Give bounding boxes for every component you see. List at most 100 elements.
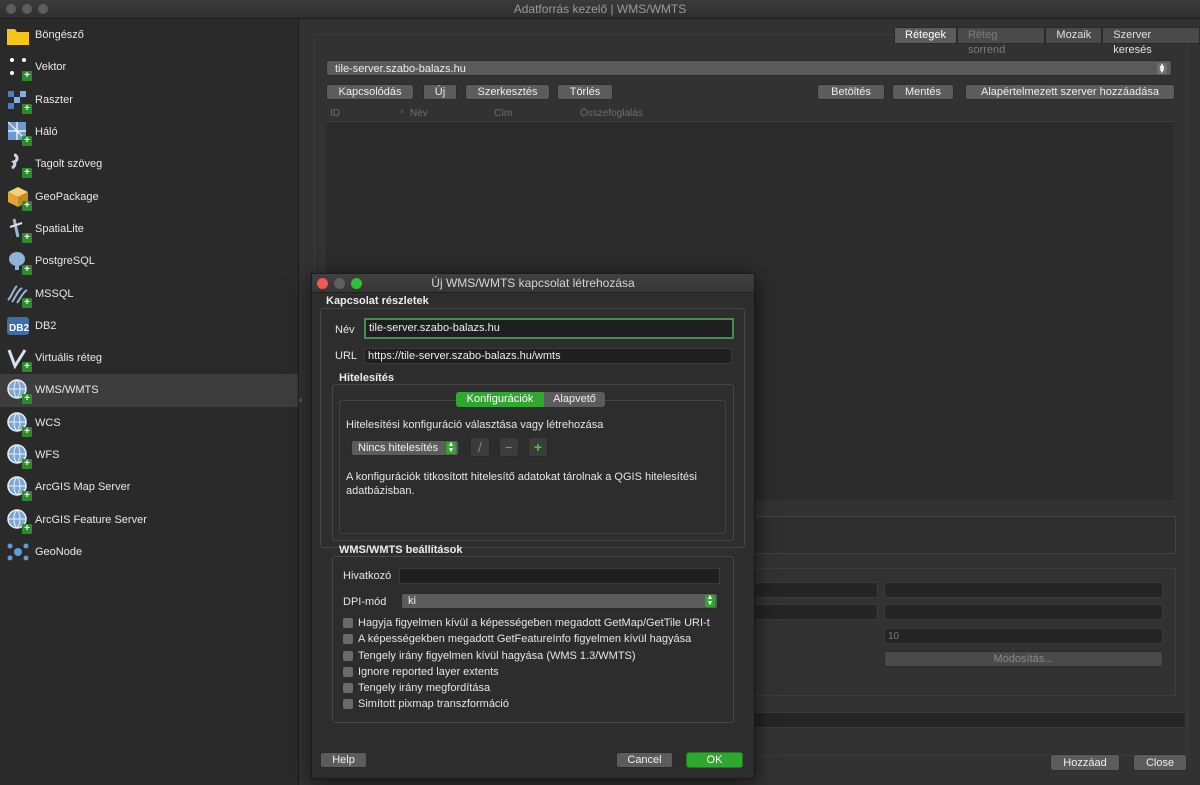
referer-label: Hivatkozó: [343, 570, 392, 582]
close-button[interactable]: Close: [1133, 754, 1187, 771]
remove-minus-icon[interactable]: −: [499, 437, 519, 457]
folder-icon: [6, 23, 30, 47]
col-title[interactable]: Cím: [494, 108, 512, 119]
server-connection-select[interactable]: tile-server.szabo-balazs.hu ▲ ▼: [326, 60, 1172, 76]
sidebar-item-mssql[interactable]: + MSSQL: [0, 277, 298, 309]
add-plus-icon[interactable]: +: [528, 437, 548, 457]
spatialite-icon: +: [6, 217, 32, 243]
dialog-zoom-button[interactable]: [351, 278, 362, 289]
save-button[interactable]: Mentés: [892, 84, 954, 100]
col-abstract[interactable]: Összefoglalás: [580, 108, 643, 119]
window-titlebar: Adatforrás kezelő | WMS/WMTS: [0, 0, 1200, 19]
load-button[interactable]: Betöltés: [817, 84, 885, 100]
tab-basic[interactable]: Alapvető: [544, 392, 605, 407]
sidebar-item-virtual-layer[interactable]: + Virtuális réteg: [0, 342, 298, 374]
col-id[interactable]: ID: [330, 108, 340, 119]
minimize-window-button[interactable]: [22, 4, 32, 14]
sidebar-item-raster[interactable]: + Raszter: [0, 84, 298, 116]
postgresql-icon: +: [6, 249, 32, 276]
virtual-layer-icon: +: [6, 346, 32, 373]
vector-layer-icon: +: [6, 55, 32, 82]
auth-note-line-1: A konfigurációk titkosított hitelesítő a…: [346, 471, 697, 483]
sidebar-item-spatialite[interactable]: + SpatiaLite: [0, 213, 298, 245]
sidebar-item-arcgis-feature-server[interactable]: + ArcGIS Feature Server: [0, 503, 298, 535]
dpi-mode-label: DPI-mód: [343, 596, 387, 608]
main-tabs: Rétegek Réteg sorrend Mozaik Szerver ker…: [894, 27, 1200, 56]
connect-button[interactable]: Kapcsolódás: [326, 84, 414, 100]
ok-button[interactable]: OK: [686, 752, 743, 768]
sidebar-item-db2[interactable]: DB2 DB2: [0, 310, 298, 342]
wcs-globe-icon: +: [6, 411, 32, 437]
checkbox-box[interactable]: [343, 667, 353, 677]
new-connection-button[interactable]: Új: [423, 84, 457, 100]
checkbox-ignore-axis-orientation[interactable]: Tengely irány figyelmen kívül hagyása (W…: [343, 650, 636, 662]
col-name[interactable]: Név: [410, 108, 428, 119]
sidebar-item-arcgis-map-server[interactable]: + ArcGIS Map Server: [0, 471, 298, 503]
checkbox-smooth-pixmap[interactable]: Simított pixmap transzformáció: [343, 698, 509, 710]
sidebar-item-wcs[interactable]: + WCS: [0, 407, 298, 439]
chevron-updown-icon: ▲ ▼: [1157, 61, 1167, 75]
wms-settings-title: WMS/WMTS beállítások: [339, 544, 463, 556]
edit-connection-button[interactable]: Szerkesztés: [465, 84, 550, 100]
delimited-text-icon: +: [6, 152, 32, 179]
dpi-mode-select[interactable]: ki ▲ ▼: [401, 593, 718, 609]
checkbox-ignore-getmap-uri[interactable]: Hagyja figyelmen kívül a képességeben me…: [343, 617, 710, 629]
tab-tilesets[interactable]: Mozaik: [1045, 27, 1103, 44]
auth-note-line-2: adatbázisban.: [346, 485, 415, 497]
cancel-button[interactable]: Cancel: [616, 752, 673, 768]
sidebar-item-postgresql[interactable]: + PostgreSQL: [0, 245, 298, 277]
referer-input[interactable]: [399, 568, 720, 584]
chevron-updown-icon: ▲ ▼: [705, 594, 715, 607]
sidebar-item-delimited-text[interactable]: + Tagolt szöveg: [0, 148, 298, 180]
url-input[interactable]: https://tile-server.szabo-balazs.hu/wmts: [364, 348, 732, 364]
options-group-frame: [752, 568, 1176, 696]
arcgis-map-icon: +: [6, 475, 32, 502]
layer-name-field[interactable]: [752, 712, 1186, 728]
sidebar-item-vector[interactable]: + Vektor: [0, 51, 298, 83]
db2-icon: DB2: [6, 314, 30, 338]
tab-layer-order[interactable]: Réteg sorrend: [956, 27, 1046, 56]
sidebar-item-wfs[interactable]: + WFS: [0, 439, 298, 471]
url-label: URL: [335, 350, 358, 362]
zoom-window-button[interactable]: [38, 4, 48, 14]
sidebar-item-wms-wmts[interactable]: + WMS/WMTS: [0, 374, 298, 407]
geopackage-icon: +: [6, 185, 32, 211]
sidebar-item-mesh[interactable]: + Háló: [0, 116, 298, 148]
name-input[interactable]: tile-server.szabo-balazs.hu: [364, 318, 734, 339]
checkbox-box[interactable]: [343, 634, 353, 644]
checkbox-ignore-getfeatureinfo-uri[interactable]: A képességekben megadott GetFeatureInfo …: [343, 633, 691, 645]
checkbox-box[interactable]: [343, 699, 353, 709]
dialog-titlebar: Új WMS/WMTS kapcsolat létrehozása: [312, 274, 754, 293]
name-label: Név: [335, 324, 355, 336]
auth-prompt: Hitelesítési konfiguráció választása vag…: [346, 419, 604, 431]
authentication-title: Hitelesítés: [339, 372, 395, 384]
sort-asc-icon: ^: [400, 109, 404, 118]
dialog-close-button[interactable]: [317, 278, 328, 289]
chevron-updown-icon: ▲ ▼: [446, 441, 456, 454]
sidebar-item-geonode[interactable]: GeoNode: [0, 536, 298, 568]
dialog-minimize-button[interactable]: [334, 278, 345, 289]
help-button[interactable]: Help: [320, 752, 367, 768]
checkbox-box[interactable]: [343, 651, 353, 661]
tab-server-search[interactable]: Szerver keresés: [1102, 27, 1200, 56]
sidebar-item-geopackage[interactable]: + GeoPackage: [0, 180, 298, 212]
delete-connection-button[interactable]: Törlés: [557, 84, 613, 100]
sidebar-item-browser[interactable]: Böngésző: [0, 19, 298, 51]
geonode-icon: [6, 540, 30, 564]
dialog-title: Új WMS/WMTS kapcsolat létrehozása: [431, 276, 635, 290]
auth-config-select[interactable]: Nincs hitelesítés ▲ ▼: [351, 440, 459, 456]
close-window-button[interactable]: [6, 4, 16, 14]
edit-pencil-icon[interactable]: /: [470, 437, 490, 457]
wfs-globe-icon: +: [6, 443, 32, 469]
raster-layer-icon: +: [6, 88, 32, 114]
checkbox-box[interactable]: [343, 683, 353, 693]
layers-table-header: ID ^ Név Cím Összefoglalás: [326, 106, 1174, 122]
mesh-layer-icon: +: [6, 120, 32, 147]
checkbox-box[interactable]: [343, 618, 353, 628]
tab-configurations[interactable]: Konfigurációk: [456, 392, 544, 407]
add-default-server-button[interactable]: Alapértelmezett szerver hozzáadása: [965, 84, 1175, 100]
tab-layers[interactable]: Rétegek: [894, 27, 957, 44]
checkbox-ignore-layer-extents[interactable]: Ignore reported layer extents: [343, 666, 499, 678]
checkbox-invert-axis[interactable]: Tengely irány megfordítása: [343, 682, 490, 694]
add-button[interactable]: Hozzáad: [1050, 754, 1120, 771]
